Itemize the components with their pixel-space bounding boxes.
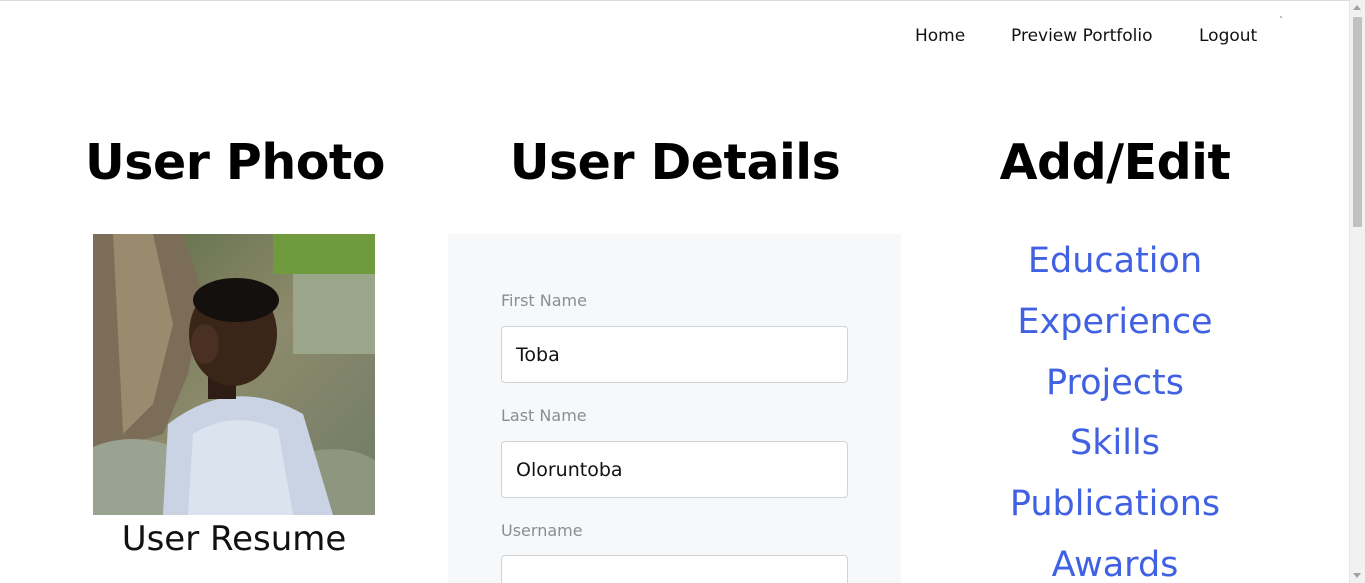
nav-home-link[interactable]: Home [915,26,965,46]
page: Home Preview Portfolio Logout ` User Pho… [0,0,1349,583]
first-name-input[interactable] [501,326,848,383]
publications-link[interactable]: Publications [940,482,1290,543]
nav-logout-link[interactable]: Logout [1199,26,1257,46]
first-name-label: First Name [501,291,587,310]
scroll-up-arrow-icon[interactable] [1353,5,1361,10]
education-link[interactable]: Education [940,239,1290,300]
user-details-heading: User Details [509,134,841,191]
projects-link[interactable]: Projects [940,361,1290,422]
user-photo [93,234,375,515]
last-name-input[interactable] [501,441,848,498]
scrollbar-thumb[interactable] [1353,17,1362,227]
nav-preview-portfolio-link[interactable]: Preview Portfolio [1011,26,1153,46]
skills-link[interactable]: Skills [940,421,1290,482]
experience-link[interactable]: Experience [940,300,1290,361]
last-name-label: Last Name [501,406,587,425]
vertical-scrollbar[interactable] [1349,0,1365,583]
top-nav: Home Preview Portfolio Logout ` [0,16,1349,50]
small-mark-icon: ` [1279,16,1284,27]
scroll-down-arrow-icon[interactable] [1353,573,1361,578]
add-edit-links: Education Experience Projects Skills Pub… [940,239,1290,583]
add-edit-heading: Add/Edit [999,134,1231,191]
username-input[interactable] [501,555,848,583]
username-label: Username [501,521,583,540]
awards-link[interactable]: Awards [940,543,1290,583]
user-details-form: First Name Last Name Username [448,234,901,583]
user-photo-heading: User Photo [85,134,385,191]
user-resume-link[interactable]: User Resume [60,519,408,559]
